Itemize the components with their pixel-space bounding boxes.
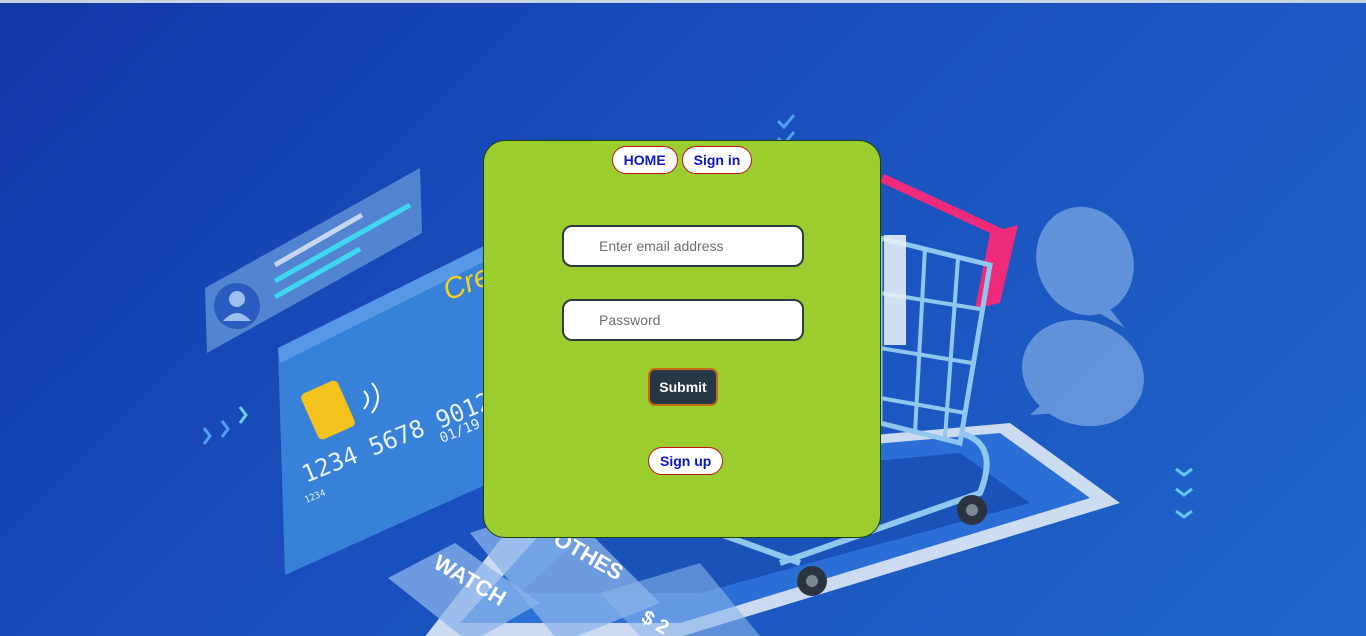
password-input[interactable] <box>562 299 804 341</box>
chevron-down-decoration-icon <box>1175 467 1193 519</box>
chat-bubble-icon <box>1022 206 1144 427</box>
chevron-decoration-icon <box>202 406 248 445</box>
sign-up-button[interactable]: Sign up <box>648 447 724 475</box>
login-panel: HOME Sign in Submit Sign up <box>483 140 881 538</box>
submit-button[interactable]: Submit <box>648 368 718 406</box>
sign-in-button[interactable]: Sign in <box>681 146 753 174</box>
email-input[interactable] <box>562 225 804 267</box>
home-button[interactable]: HOME <box>611 146 678 174</box>
top-nav: HOME Sign in <box>484 146 880 174</box>
